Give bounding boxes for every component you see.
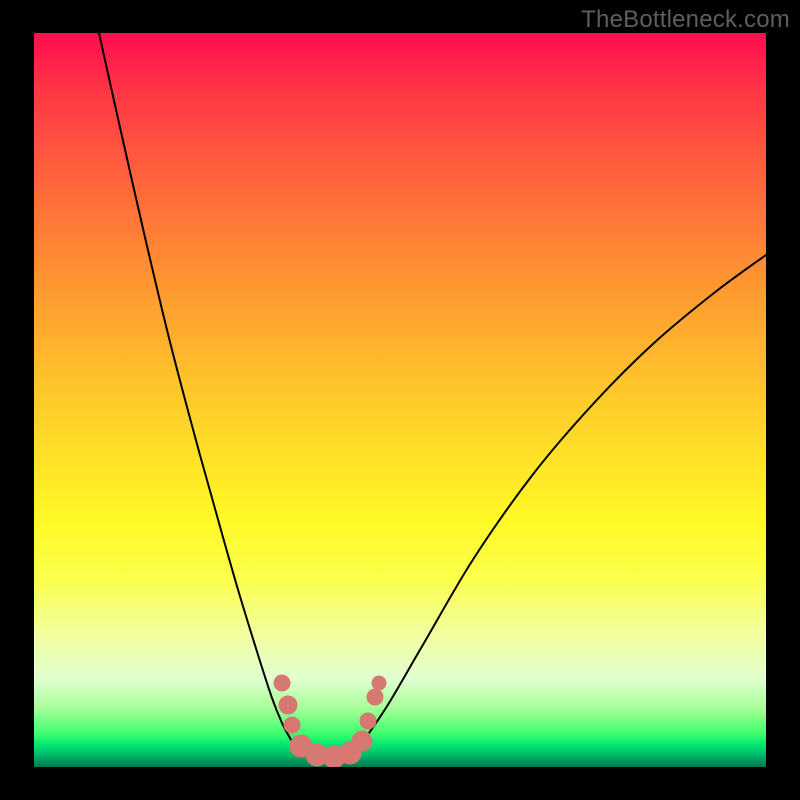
trough-marker [323,746,345,767]
bottleneck-curve [99,33,766,757]
trough-marker [372,676,386,690]
plot-area [34,33,766,767]
trough-marker [352,731,372,751]
trough-marker [339,742,361,764]
trough-marker [306,744,328,766]
trough-marker [274,675,290,691]
trough-marker [360,713,376,729]
trough-marker [290,735,312,757]
trough-markers [274,675,386,767]
trough-marker [279,696,297,714]
chart-frame: TheBottleneck.com [0,0,800,800]
trough-marker [284,717,300,733]
trough-marker [367,689,383,705]
watermark-text: TheBottleneck.com [581,6,790,34]
chart-svg [34,33,766,767]
